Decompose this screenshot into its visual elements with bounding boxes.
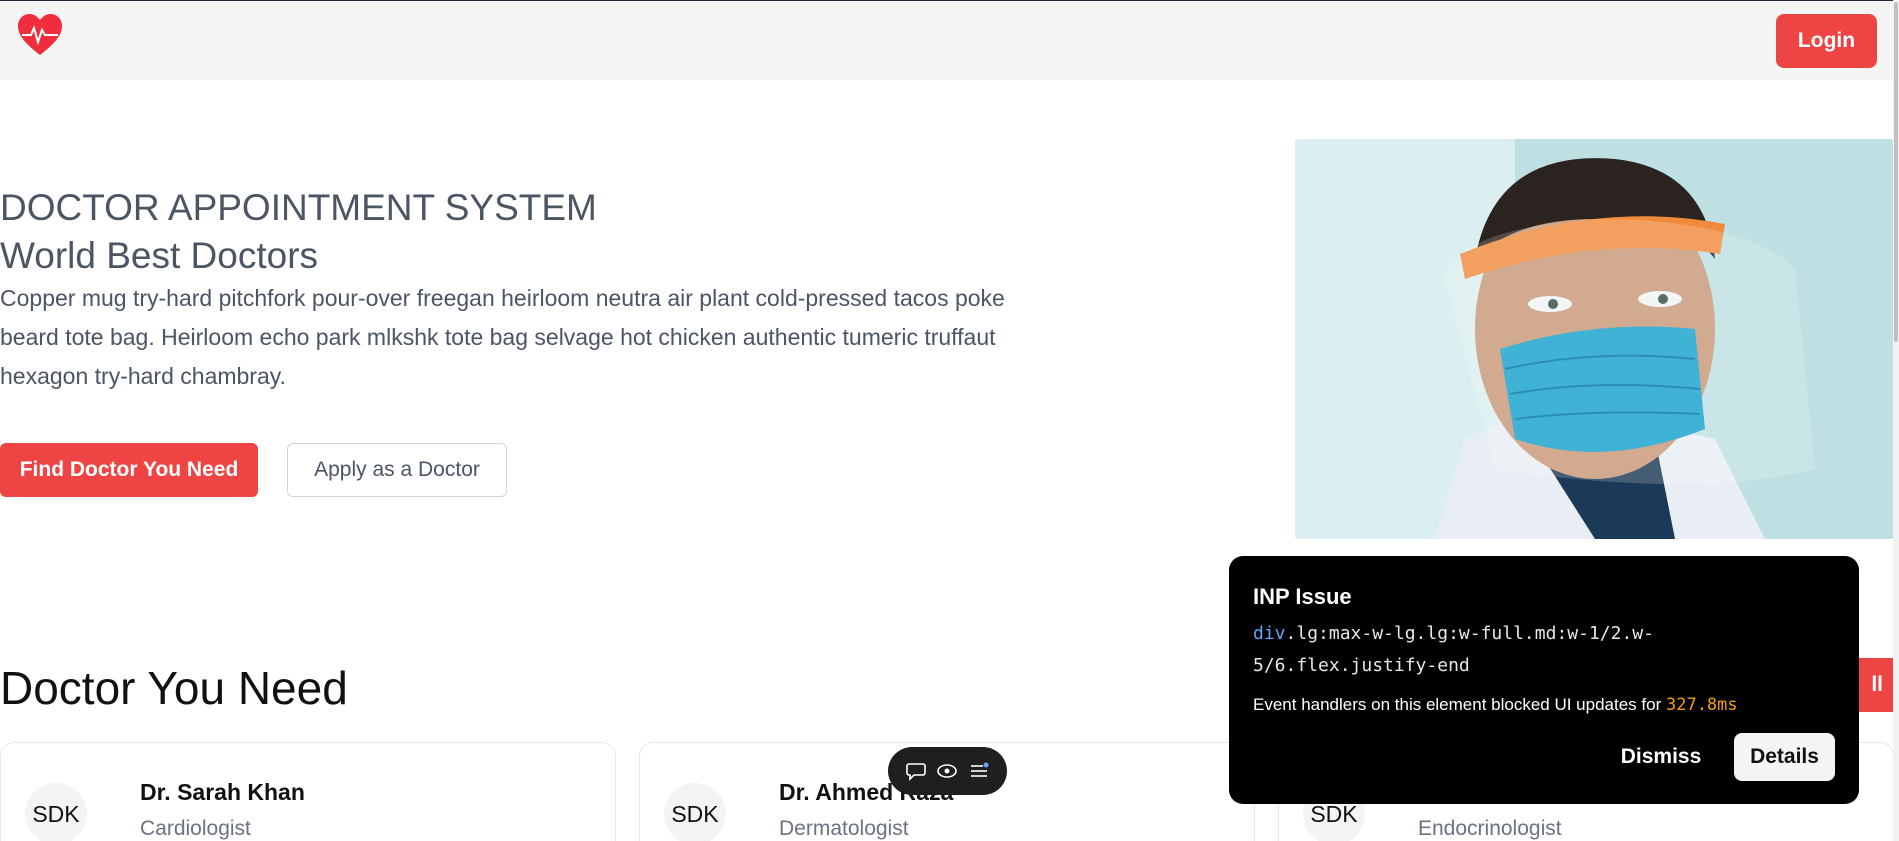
- eye-icon[interactable]: [936, 760, 958, 782]
- scrollbar-thumb[interactable]: [1894, 2, 1898, 342]
- doctor-card[interactable]: SDK Dr. Sarah Khan Cardiologist: [0, 742, 616, 841]
- selector-tag: div: [1253, 623, 1286, 644]
- inp-title: INP Issue: [1253, 584, 1352, 609]
- inp-issue-panel: INP Issue div.lg:max-w-lg.lg:w-full.md:w…: [1229, 556, 1859, 804]
- heart-pulse-icon[interactable]: [16, 11, 64, 59]
- inp-description-text: Event handlers on this element blocked U…: [1253, 695, 1662, 714]
- section-title: Doctor You Need: [0, 662, 348, 714]
- navbar: Login: [0, 0, 1899, 80]
- doctor-name: Dr. Sarah Khan: [140, 779, 305, 805]
- details-button[interactable]: Details: [1734, 733, 1835, 781]
- apply-doctor-button[interactable]: Apply as a Doctor: [287, 443, 507, 497]
- avatar: SDK: [25, 783, 87, 841]
- menu-list-icon[interactable]: [968, 760, 990, 782]
- hero-description: Copper mug try-hard pitchfork pour-over …: [0, 285, 1005, 389]
- hero-title: DOCTOR APPOINTMENT SYSTEM: [0, 187, 597, 228]
- dismiss-button[interactable]: Dismiss: [1617, 733, 1705, 781]
- inp-description: Event handlers on this element blocked U…: [1253, 692, 1835, 718]
- inp-duration: 327.8ms: [1665, 695, 1738, 715]
- doctor-specialty: Cardiologist: [140, 817, 251, 840]
- hero-subtitle: World Best Doctors: [0, 235, 319, 276]
- selector-classes: .lg:max-w-lg.lg:w-full.md:w-1/2.w-5/6.fl…: [1253, 623, 1654, 676]
- inp-selector: div.lg:max-w-lg.lg:w-full.md:w-1/2.w-5/6…: [1253, 618, 1723, 682]
- comment-icon[interactable]: [905, 760, 927, 782]
- dev-toolbar: [888, 747, 1007, 795]
- avatar: SDK: [664, 783, 726, 841]
- find-doctor-button[interactable]: Find Doctor You Need: [0, 443, 258, 497]
- login-button[interactable]: Login: [1776, 14, 1877, 68]
- doctor-hero-image: [1295, 139, 1894, 539]
- doctor-specialty: Endocrinologist: [1418, 817, 1562, 840]
- doctor-specialty: Dermatologist: [779, 817, 909, 840]
